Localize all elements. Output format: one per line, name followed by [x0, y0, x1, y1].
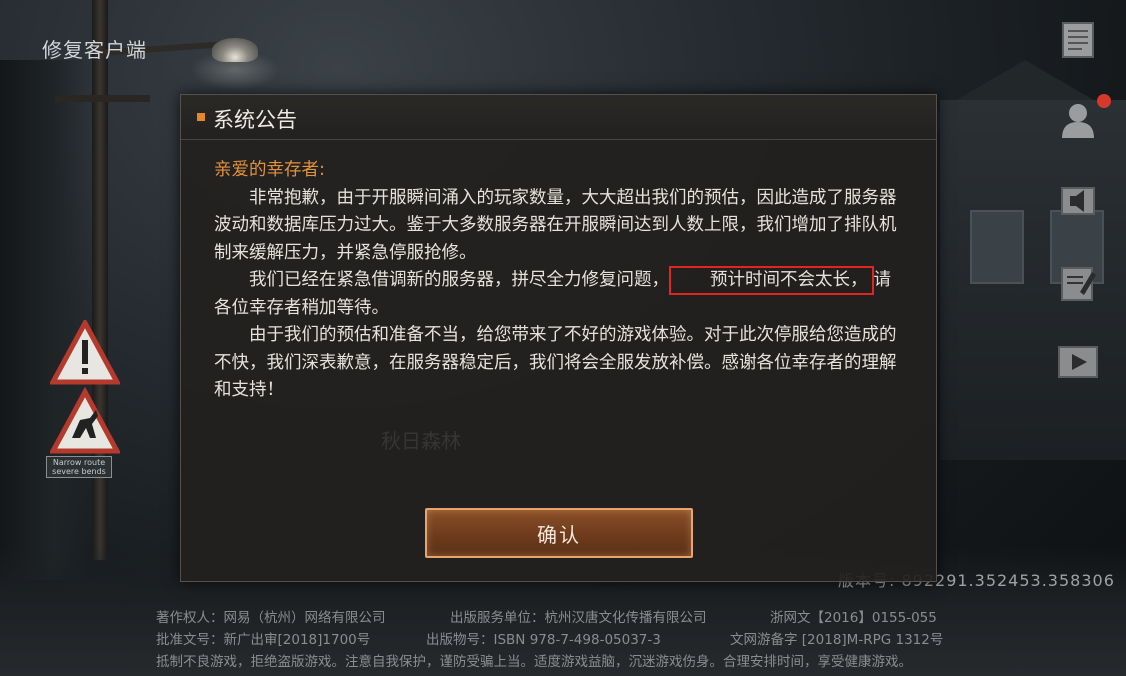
greeting: 亲爱的幸存者: [214, 160, 325, 180]
video-icon [1058, 346, 1098, 378]
pole-crossbar [55, 95, 150, 102]
notice-icon [1062, 22, 1094, 58]
notification-dot [1097, 94, 1111, 108]
footer-health-notice: 抵制不良游戏，拒绝盗版游戏。注意自我保护，谨防受骗上当。适度游戏益脑，沉迷游戏伤… [156, 654, 912, 670]
footer-publisher: 出版服务单位：杭州汉唐文化传播有限公司 [450, 610, 707, 626]
house-window [970, 210, 1024, 284]
repair-client-button[interactable]: 修复客户端 [42, 34, 147, 63]
dialog-title: 系统公告 [213, 108, 297, 132]
confirm-button[interactable]: 确认 [425, 508, 693, 558]
notice-button[interactable] [1056, 18, 1100, 62]
warning-sign-icon [50, 320, 120, 454]
dialog-header: 系统公告 [181, 95, 936, 140]
road-sign-line1: Narrow route [52, 458, 106, 467]
paragraph-1: 非常抱歉，由于开服瞬间涌入的玩家数量，大大超出我们的预估，因此造成了服务器波动和… [214, 187, 897, 263]
announcement-body: 亲爱的幸存者: 非常抱歉，由于开服瞬间涌入的玩家数量，大大超出我们的预估，因此造… [214, 157, 904, 405]
feedback-button[interactable] [1056, 260, 1100, 304]
profile-button[interactable] [1056, 98, 1100, 142]
paragraph-3: 由于我们的预估和准备不当，给您带来了不好的游戏体验。对于此次停服给您造成的不快，… [214, 325, 897, 400]
footer-zhejiang-license: 浙网文【2016】0155-055 [770, 610, 937, 626]
video-button[interactable] [1056, 340, 1100, 384]
speaker-icon [1061, 187, 1095, 215]
footer-culture-record: 文网游备字 [2018]M-RPG 1312号 [730, 632, 944, 648]
announcement-button[interactable] [1056, 178, 1100, 222]
footer-isbn: 出版物号：ISBN 978-7-498-05037-3 [426, 632, 661, 648]
user-icon [1062, 104, 1094, 138]
background-map-label: 秋日森林 [381, 429, 461, 453]
footer-copyright: 著作权人：网易（杭州）网络有限公司 [156, 610, 386, 626]
footer-approval: 批准文号：新广出审[2018]1700号 [156, 632, 371, 648]
paragraph-2: 我们已经在紧急借调新的服务器，拼尽全力修复问题， 预计时间不会太长， 请各位幸存者稍… [214, 266, 904, 322]
paragraph-2-start: 我们已经在紧急借调新的服务器，拼尽全力修复问题， [249, 270, 669, 290]
street-lamp [212, 38, 258, 62]
edit-icon [1061, 267, 1096, 301]
system-announcement-dialog: 系统公告 秋日森林 亲爱的幸存者: 非常抱歉，由于开服瞬间涌入的玩家数量，大大超… [180, 94, 937, 582]
title-marker-icon [197, 113, 205, 121]
road-sign-plate: Narrow route severe bends [46, 456, 112, 478]
road-sign-line2: severe bends [52, 467, 106, 476]
highlighted-estimate: 预计时间不会太长， [669, 266, 874, 295]
